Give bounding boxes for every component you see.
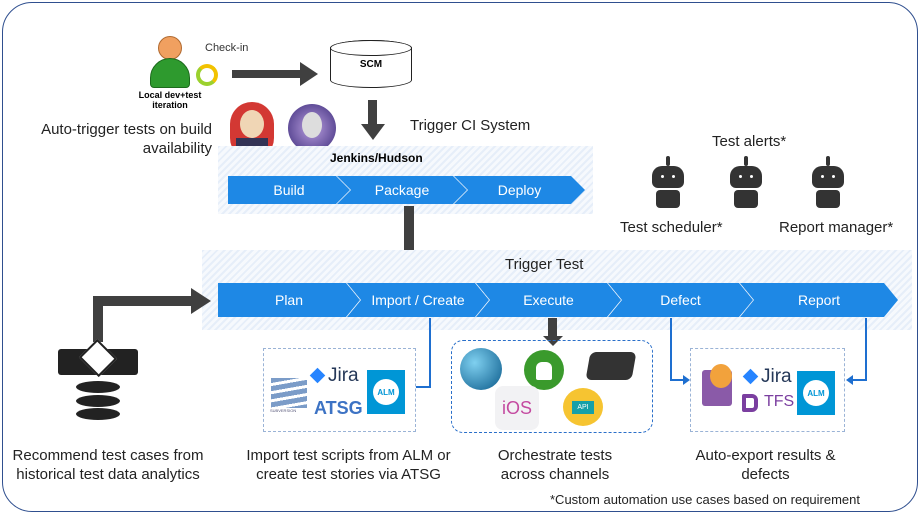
report-arrowhead <box>846 375 853 385</box>
ios-icon: iOS <box>495 386 539 430</box>
trigger-ci-label: Trigger CI System <box>410 117 531 134</box>
trigger-test-label: Trigger Test <box>505 256 584 273</box>
alm-logo-text: ALM <box>373 379 399 405</box>
atsg-label: ATSG <box>314 398 363 418</box>
test-stage-plan[interactable]: Plan <box>218 283 360 317</box>
analytics-to-plan-arrowhead <box>191 288 211 314</box>
check-in-arrowhead <box>300 62 318 86</box>
set-top-box-icon <box>585 352 637 380</box>
check-in-arrow <box>232 70 302 78</box>
subversion-label: SUBVERSION <box>270 408 297 413</box>
alm-logo-text-2: ALM <box>803 380 829 406</box>
scm-down-arrowhead <box>361 124 385 140</box>
check-in-label: Check-in <box>205 42 249 54</box>
api-label: API <box>572 400 594 414</box>
tfs-label: TFS <box>764 393 795 410</box>
sync-icon <box>196 64 218 86</box>
execute-down-arrow <box>548 318 557 338</box>
hudson-logo <box>288 104 336 152</box>
report-connector-h <box>852 379 867 381</box>
test-stage-execute[interactable]: Execute <box>476 283 621 317</box>
bugzilla-logo <box>702 364 732 406</box>
test-stage-import-create[interactable]: Import / Create <box>347 283 489 317</box>
api-icon: API <box>563 388 603 426</box>
defect-arrowhead <box>683 375 690 385</box>
visual-studio-icon <box>742 394 758 412</box>
report-manager-label: Report manager* <box>779 219 894 236</box>
ci-stage-package[interactable]: Package <box>337 176 467 204</box>
jira-label-2: Jira <box>761 366 792 387</box>
alm-logo: ALM <box>367 370 405 414</box>
test-alerts-label: Test alerts* <box>712 133 787 150</box>
scm-label: SCM <box>359 58 383 70</box>
local-dev-label: Local dev+test iteration <box>138 90 202 110</box>
import-scripts-label: Import test scripts from ALM or create t… <box>246 447 451 483</box>
analytics-database-icon <box>58 338 138 420</box>
footnote: *Custom automation use cases based on re… <box>550 492 861 507</box>
ios-label: iOS <box>501 397 532 418</box>
auto-trigger-label: Auto-trigger tests on build availability <box>41 121 212 157</box>
analytics-to-plan-arrow-h <box>93 296 193 306</box>
test-stage-defect[interactable]: Defect <box>608 283 753 317</box>
android-icon <box>524 350 564 390</box>
orchestrate-label: Orchestrate tests across channels <box>497 447 613 483</box>
recommend-label: Recommend test cases from historical tes… <box>12 447 204 483</box>
test-scheduler-robot-icon <box>648 156 688 208</box>
ci-stage-build[interactable]: Build <box>228 176 350 204</box>
test-stage-report[interactable]: Report <box>740 283 898 317</box>
import-connector-v <box>429 318 431 388</box>
subversion-logo <box>271 378 307 408</box>
ci-stage-deploy[interactable]: Deploy <box>454 176 585 204</box>
jenkins-label: Jenkins/Hudson <box>330 151 423 165</box>
report-connector-v <box>865 318 867 380</box>
test-alerts-robot-icon <box>726 156 766 208</box>
defect-connector-h <box>670 379 684 381</box>
defect-connector-v <box>670 318 672 380</box>
report-manager-robot-icon <box>808 156 848 208</box>
test-scheduler-label: Test scheduler* <box>620 219 723 236</box>
scm-down-arrow <box>368 100 377 126</box>
alm-logo-2: ALM <box>797 371 835 415</box>
developer-icon <box>148 36 192 88</box>
scm-top <box>330 40 412 56</box>
auto-export-label: Auto-export results & defects <box>695 447 836 483</box>
ci-to-test-arrow <box>404 206 414 256</box>
jira-label: Jira <box>328 365 359 386</box>
web-globe-icon <box>460 348 502 390</box>
